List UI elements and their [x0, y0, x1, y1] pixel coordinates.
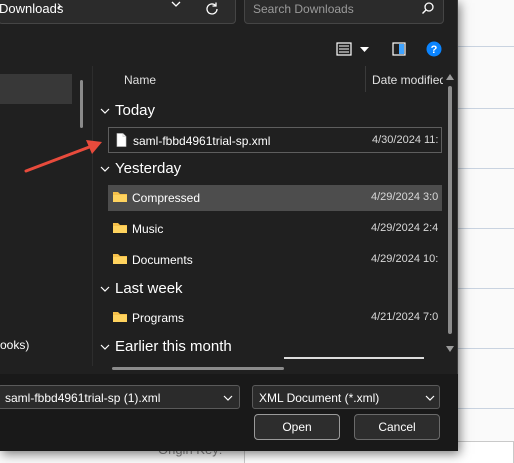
chevron-down-icon — [100, 108, 110, 114]
view-list-icon[interactable] — [336, 42, 352, 56]
list-item[interactable]: Music 4/29/2024 2:4 — [108, 216, 442, 242]
column-divider[interactable] — [365, 66, 366, 92]
column-header-name[interactable]: Name — [124, 73, 156, 87]
help-icon[interactable]: ? — [426, 41, 442, 57]
group-header-earlier-this-month[interactable]: Earlier this month — [100, 338, 232, 355]
chevron-down-icon[interactable] — [425, 395, 435, 401]
file-name: Music — [132, 222, 164, 236]
folder-icon — [113, 223, 127, 233]
file-date: 4/21/2024 7:0 — [371, 311, 439, 323]
group-label: Last week — [115, 280, 183, 297]
xml-file-icon — [116, 133, 127, 147]
search-box[interactable]: Search Downloads — [244, 0, 444, 24]
file-date: 4/29/2024 2:4 — [371, 222, 439, 234]
file-name: saml-fbbd4961trial-sp.xml — [133, 134, 271, 148]
list-horizontal-scroll-track — [284, 357, 424, 359]
list-horizontal-scrollbar[interactable] — [112, 367, 284, 370]
scroll-down-icon[interactable] — [446, 346, 454, 352]
group-label: Yesterday — [115, 160, 182, 177]
file-name: Documents — [132, 253, 193, 267]
scroll-up-icon[interactable] — [446, 74, 454, 80]
list-item[interactable]: Compressed 4/29/2024 3:0 — [108, 185, 442, 211]
file-date: 4/29/2024 10: — [371, 253, 439, 265]
background-divider — [458, 348, 514, 349]
chevron-down-icon[interactable] — [223, 395, 233, 401]
preview-pane-icon[interactable] — [392, 42, 406, 56]
group-header-today[interactable]: Today — [100, 102, 155, 119]
refresh-icon[interactable] — [204, 1, 220, 17]
list-item[interactable]: Programs 4/21/2024 7:0 — [108, 305, 442, 331]
folder-icon — [113, 254, 127, 264]
nav-item-partial[interactable]: ooks) — [0, 338, 29, 352]
search-placeholder[interactable]: Search Downloads — [253, 2, 354, 16]
list-item[interactable]: Documents 4/29/2024 10: — [108, 247, 442, 273]
dialog-footer: saml-fbbd4961trial-sp (1).xml XML Docume… — [0, 374, 458, 451]
search-icon[interactable] — [421, 1, 435, 15]
group-header-last-week[interactable]: Last week — [100, 280, 183, 297]
chevron-down-icon — [100, 166, 110, 172]
pane-divider[interactable] — [92, 66, 93, 366]
column-header-date[interactable]: Date modified — [372, 73, 443, 87]
breadcrumb-separator: › — [57, 0, 62, 13]
file-type-value[interactable]: XML Document (*.xml) — [259, 391, 379, 405]
column-headers: Name Date modified — [93, 66, 443, 92]
file-date: 4/29/2024 3:0 — [371, 191, 439, 203]
nav-scrollbar[interactable] — [80, 80, 83, 128]
open-button[interactable]: Open — [254, 414, 340, 440]
view-options-caret-icon[interactable] — [360, 47, 369, 53]
file-name: Compressed — [132, 191, 201, 205]
background-divider — [458, 168, 514, 169]
group-header-yesterday[interactable]: Yesterday — [100, 160, 181, 177]
background-divider — [458, 108, 514, 109]
chevron-down-icon[interactable] — [170, 0, 182, 9]
folder-icon — [113, 192, 127, 202]
background-divider — [458, 46, 514, 47]
file-name-combobox[interactable]: saml-fbbd4961trial-sp (1).xml — [0, 385, 240, 409]
nav-selected-item[interactable] — [0, 74, 72, 104]
cancel-button[interactable]: Cancel — [354, 414, 440, 440]
background-divider — [458, 228, 514, 229]
list-item[interactable]: saml-fbbd4961trial-sp.xml 4/30/2024 11: — [108, 127, 442, 153]
file-type-select[interactable]: XML Document (*.xml) — [252, 385, 440, 409]
chevron-down-icon — [100, 344, 110, 350]
group-label: Earlier this month — [115, 338, 232, 355]
breadcrumb-downloads[interactable]: Downloads — [0, 1, 63, 16]
file-name-value[interactable]: saml-fbbd4961trial-sp (1).xml — [5, 391, 160, 405]
scroll-thumb[interactable] — [448, 86, 452, 334]
folder-icon — [113, 312, 127, 322]
background-divider — [458, 408, 514, 409]
file-open-dialog: Downloads › Search Downloads ? ooks) Nam… — [0, 0, 458, 451]
navigation-pane: ooks) — [0, 66, 92, 374]
file-date: 4/30/2024 11: — [372, 134, 439, 146]
file-name: Programs — [132, 311, 185, 325]
background-divider — [458, 288, 514, 289]
address-bar[interactable]: Downloads › — [0, 0, 236, 24]
group-label: Today — [115, 102, 156, 119]
svg-text:?: ? — [431, 44, 438, 56]
chevron-down-icon — [100, 286, 110, 292]
list-vertical-scrollbar[interactable] — [444, 70, 458, 360]
